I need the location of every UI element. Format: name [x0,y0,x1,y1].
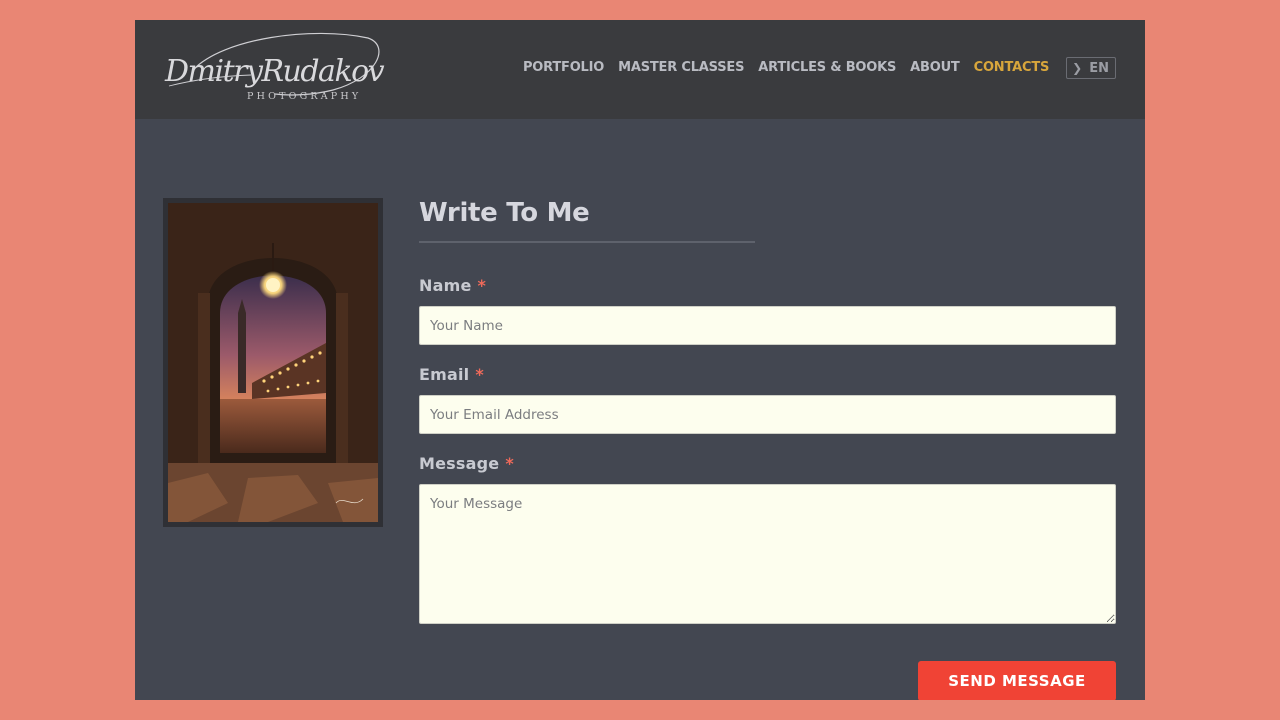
email-label: Email * [419,365,1116,384]
logo-tagline: PHOTOGRAPHY [247,91,362,102]
language-switcher[interactable]: ❯ EN [1066,57,1116,79]
featured-photo [163,198,383,527]
required-mark: * [475,365,484,384]
language-label: EN [1089,60,1109,76]
name-label: Name * [419,276,1116,295]
venice-arcade-photo [168,203,378,522]
contact-form: Write To Me Name * Email * Message * SEND M… [419,190,1116,700]
email-label-text: Email [419,365,470,384]
site-container: DmitryRudakov PHOTOGRAPHY PORTFOLIO MAST… [135,20,1145,700]
logo[interactable]: DmitryRudakov PHOTOGRAPHY [163,28,385,112]
nav-item-about[interactable]: ABOUT [910,58,960,78]
logo-name: DmitryRudakov [165,54,385,89]
site-header: DmitryRudakov PHOTOGRAPHY PORTFOLIO MAST… [135,20,1145,119]
nav-item-master-classes[interactable]: MASTER CLASSES [618,58,744,78]
required-mark: * [505,454,514,473]
email-input[interactable] [419,395,1116,434]
send-message-button[interactable]: SEND MESSAGE [918,661,1116,700]
nav-item-articles-books[interactable]: ARTICLES & BOOKS [758,58,896,78]
chevron-right-icon: ❯ [1072,61,1083,75]
required-mark: * [477,276,487,295]
title-divider [419,241,755,243]
nav-item-contacts[interactable]: CONTACTS [974,58,1050,78]
main-nav: PORTFOLIO MASTER CLASSES ARTICLES & BOOK… [509,57,1116,79]
message-label-text: Message [419,454,500,473]
message-textarea[interactable] [419,484,1116,624]
message-label: Message * [419,454,1116,473]
form-title: Write To Me [419,198,590,228]
name-label-text: Name [419,276,472,295]
name-input[interactable] [419,306,1116,345]
nav-item-portfolio[interactable]: PORTFOLIO [523,58,604,78]
